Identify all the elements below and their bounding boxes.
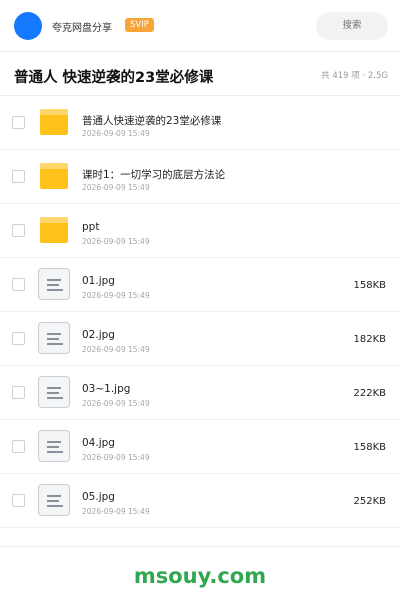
item-name: 03~1.jpg [82, 383, 131, 395]
list-item[interactable]: 05.jpg 2026-09-09 15:49 252KB [0, 474, 400, 528]
folder-icon [40, 109, 68, 135]
item-size: 158KB [353, 280, 386, 291]
search-input[interactable] [316, 12, 388, 40]
image-file-icon [38, 268, 70, 300]
select-checkbox[interactable] [12, 386, 25, 399]
item-name: 普通人快速逆袭的23堂必修课 [82, 115, 222, 127]
share-label: 夸克网盘分享 [52, 23, 112, 34]
item-name: ppt [82, 221, 100, 233]
item-date: 2026-09-09 15:49 [82, 183, 150, 192]
watermark-text: msouy.com [133, 564, 267, 588]
item-date: 2026-09-09 15:49 [82, 453, 150, 462]
item-size: 222KB [353, 388, 386, 399]
item-name: 02.jpg [82, 329, 115, 341]
item-name: 课时1：一切学习的底层方法论 [82, 169, 226, 181]
image-file-icon [38, 376, 70, 408]
folder-icon [40, 163, 68, 189]
item-date: 2026-09-09 15:49 [82, 237, 150, 246]
list-item[interactable]: ppt 2026-09-09 15:49 [0, 204, 400, 258]
item-date: 2026-09-09 15:49 [82, 291, 150, 300]
item-date: 2026-09-09 15:49 [82, 507, 150, 516]
folder-header: 普通人 快速逆袭的23堂必修课 共 419 项 · 2.5G [0, 52, 400, 96]
avatar[interactable] [14, 12, 42, 40]
item-size: 158KB [353, 442, 386, 453]
image-file-icon [38, 484, 70, 516]
image-file-icon [38, 430, 70, 462]
select-checkbox[interactable] [12, 116, 25, 129]
item-size: 182KB [353, 334, 386, 345]
item-name: 04.jpg [82, 437, 115, 449]
footer-divider [0, 546, 400, 547]
file-list: 普通人快速逆袭的23堂必修课 2026-09-09 15:49 课时1：一切学习的底… [0, 96, 400, 528]
select-checkbox[interactable] [12, 224, 25, 237]
item-name: 05.jpg [82, 491, 115, 503]
item-date: 2026-09-09 15:49 [82, 399, 150, 408]
select-checkbox[interactable] [12, 278, 25, 291]
list-item[interactable]: 03~1.jpg 2026-09-09 15:49 222KB [0, 366, 400, 420]
item-date: 2026-09-09 15:49 [82, 345, 150, 354]
item-name: 01.jpg [82, 275, 115, 287]
list-item[interactable]: 02.jpg 2026-09-09 15:49 182KB [0, 312, 400, 366]
top-bar: 夸克网盘分享 SVIP [0, 0, 400, 52]
list-item[interactable]: 01.jpg 2026-09-09 15:49 158KB [0, 258, 400, 312]
list-item[interactable]: 04.jpg 2026-09-09 15:49 158KB [0, 420, 400, 474]
page-title: 普通人 快速逆袭的23堂必修课 [14, 70, 214, 86]
select-checkbox[interactable] [12, 440, 25, 453]
select-checkbox[interactable] [12, 170, 25, 183]
image-file-icon [38, 322, 70, 354]
folder-icon [40, 217, 68, 243]
item-date: 2026-09-09 15:49 [82, 129, 150, 138]
list-item[interactable]: 普通人快速逆袭的23堂必修课 2026-09-09 15:49 [0, 96, 400, 150]
item-count-summary: 共 419 项 · 2.5G [321, 71, 388, 81]
item-size: 252KB [353, 496, 386, 507]
select-checkbox[interactable] [12, 494, 25, 507]
vip-badge: SVIP [125, 18, 154, 32]
list-item[interactable]: 课时1：一切学习的底层方法论 2026-09-09 15:49 [0, 150, 400, 204]
select-checkbox[interactable] [12, 332, 25, 345]
